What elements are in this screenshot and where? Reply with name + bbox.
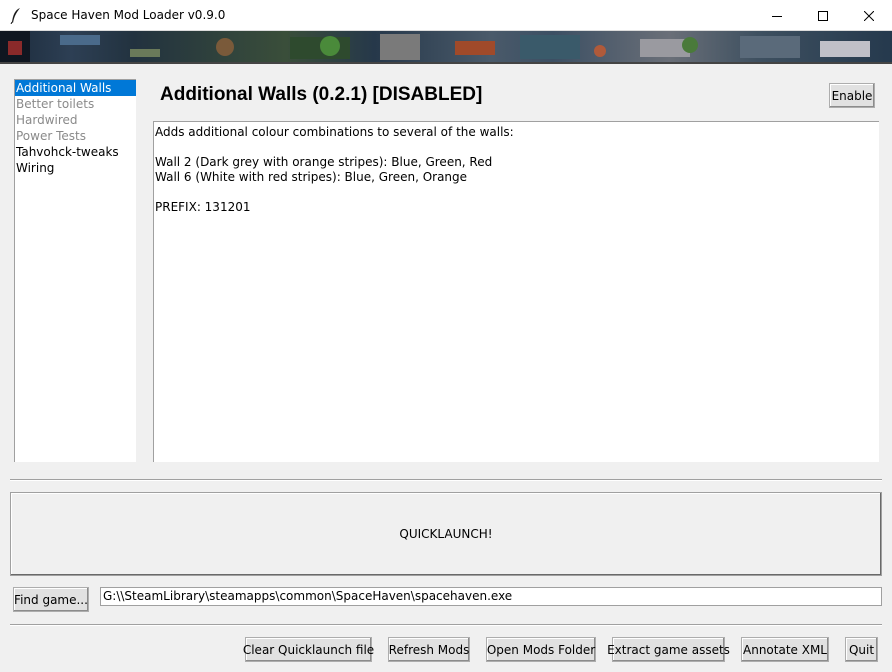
mod-list-item[interactable]: Wiring bbox=[15, 160, 136, 176]
refresh-mods-button[interactable]: Refresh Mods bbox=[388, 637, 470, 662]
separator bbox=[10, 479, 882, 481]
window-title: Space Haven Mod Loader v0.9.0 bbox=[31, 8, 226, 22]
maximize-button[interactable] bbox=[800, 0, 846, 31]
description-line bbox=[155, 140, 878, 155]
separator bbox=[10, 624, 882, 626]
open-mods-folder-button[interactable]: Open Mods Folder bbox=[486, 637, 596, 662]
mod-description[interactable]: Adds additional colour combinations to s… bbox=[153, 121, 879, 462]
banner-art bbox=[0, 31, 870, 62]
close-button[interactable] bbox=[846, 0, 892, 31]
find-game-button[interactable]: Find game... bbox=[13, 587, 89, 612]
enable-button[interactable]: Enable bbox=[829, 83, 875, 108]
quit-button[interactable]: Quit bbox=[845, 637, 878, 662]
title-bar: Space Haven Mod Loader v0.9.0 bbox=[0, 0, 892, 31]
mod-title: Additional Walls (0.2.1) [DISABLED] bbox=[160, 84, 483, 105]
clear-quicklaunch-button[interactable]: Clear Quicklaunch file bbox=[243, 637, 374, 662]
annotate-xml-button[interactable]: Annotate XML bbox=[741, 637, 829, 662]
maximize-icon bbox=[818, 10, 828, 21]
extract-game-assets-button[interactable]: Extract game assets bbox=[607, 637, 730, 662]
minimize-button[interactable] bbox=[754, 0, 800, 31]
description-line: Adds additional colour combinations to s… bbox=[155, 125, 514, 139]
description-line: PREFIX: 131201 bbox=[155, 200, 251, 214]
quicklaunch-button[interactable]: QUICKLAUNCH! bbox=[10, 492, 882, 576]
mod-list-item[interactable]: Tahvohck-tweaks bbox=[15, 144, 136, 160]
mod-list-item[interactable]: Additional Walls bbox=[15, 80, 136, 96]
description-line: Wall 6 (White with red stripes): Blue, G… bbox=[155, 170, 468, 184]
description-line: Wall 2 (Dark grey with orange stripes): … bbox=[155, 155, 493, 169]
mod-list-item[interactable]: Better toilets bbox=[15, 96, 136, 112]
feather-icon bbox=[10, 8, 20, 24]
mod-list-item[interactable]: Power Tests bbox=[15, 128, 136, 144]
mod-list-item[interactable]: Hardwired bbox=[15, 112, 136, 128]
game-banner-image bbox=[0, 31, 892, 64]
minimize-icon bbox=[772, 15, 782, 17]
mod-listbox[interactable]: Additional Walls Better toilets Hardwire… bbox=[14, 79, 136, 462]
description-line bbox=[155, 185, 878, 200]
close-icon bbox=[864, 10, 874, 21]
game-path-field[interactable]: G:\\SteamLibrary\steamapps\common\SpaceH… bbox=[100, 587, 882, 606]
